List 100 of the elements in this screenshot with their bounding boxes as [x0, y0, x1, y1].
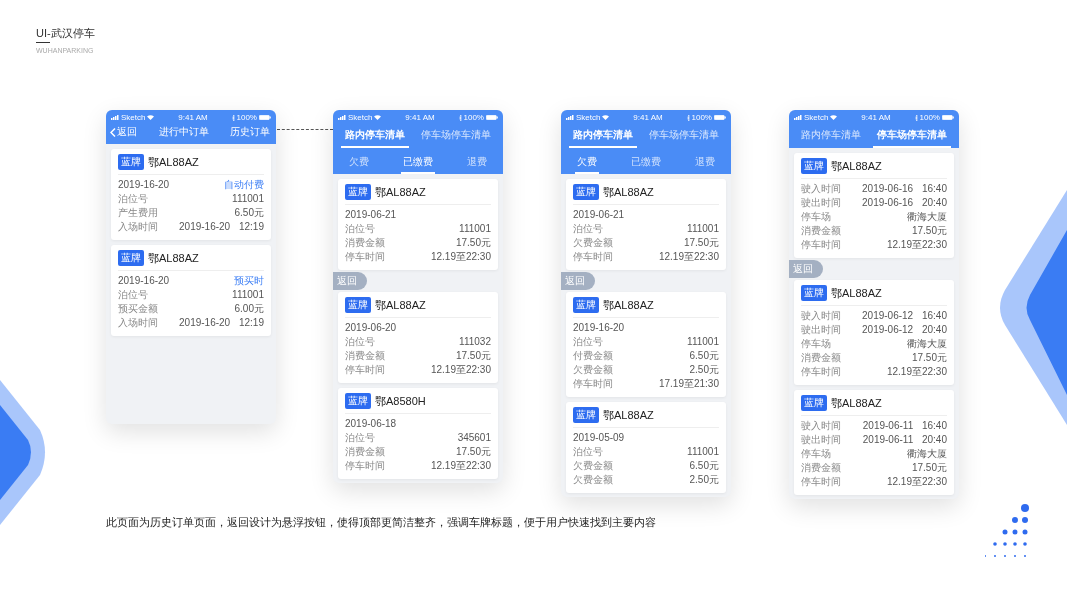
- field-value: 17.50元: [911, 224, 947, 238]
- wifi-icon: [147, 115, 155, 120]
- field-value: 12.19至22:30: [430, 363, 491, 377]
- wifi-icon: [830, 115, 838, 120]
- wifi-icon: [374, 115, 382, 120]
- order-card[interactable]: 蓝牌 鄂AL88AZ 2019-05-09 泊位号 111001 欠费金额 6.50元 欠费金额 2.50元: [566, 402, 726, 493]
- field-value: 111001: [459, 222, 491, 236]
- field-label: 驶出时间: [801, 323, 841, 337]
- status-time: 9:41 AM: [633, 113, 663, 122]
- plate-badge: 蓝牌: [801, 285, 827, 301]
- field-label: 泊位号: [573, 445, 603, 459]
- field-value: 2019-06-16 20:40: [862, 196, 947, 210]
- field-label: 泊位号: [345, 335, 375, 349]
- floating-back-button[interactable]: 返回: [789, 260, 823, 278]
- field-value: 2019-16-20 12:19: [179, 220, 264, 234]
- field-label: 停车场: [801, 337, 831, 351]
- history-link[interactable]: 历史订单: [230, 125, 270, 139]
- order-card[interactable]: 蓝牌 鄂A8580H 2019-06-18 泊位号 345601 消费金额 17.50元 停车时间 12.19至22:30: [338, 388, 498, 479]
- page-title: UI-武汉停车: [36, 26, 95, 41]
- list-tab[interactable]: 路内停车清单: [341, 126, 409, 148]
- leader-line: [277, 129, 333, 130]
- plate-number: 鄂AL88AZ: [148, 250, 199, 266]
- plate-number: 鄂AL88AZ: [148, 154, 199, 170]
- field-label: 消费金额: [801, 461, 841, 475]
- list-tab[interactable]: 路内停车清单: [569, 126, 637, 148]
- carrier-label: Sketch: [348, 113, 373, 122]
- field-value: 6.50元: [234, 206, 264, 220]
- field-value: 2019-06-16 16:40: [862, 182, 947, 196]
- field-label: 停车时间: [573, 250, 613, 264]
- plate-number: 鄂AL88AZ: [831, 285, 882, 301]
- field-value: 111001: [687, 335, 719, 349]
- bluetooth-icon: [686, 114, 690, 121]
- battery-icon: [486, 115, 498, 120]
- field-label: 驶出时间: [801, 196, 841, 210]
- field-label: 付费金额: [573, 349, 613, 363]
- plate-number: 鄂AL88AZ: [603, 407, 654, 423]
- field-value: 2019-06-11 16:40: [862, 419, 947, 433]
- field-label: 泊位号: [573, 222, 603, 236]
- status-time: 9:41 AM: [405, 113, 435, 122]
- field-value: 衢海大厦: [907, 447, 947, 461]
- field-value: 17.50元: [455, 236, 491, 250]
- order-card[interactable]: 蓝牌 鄂AL88AZ 驶入时间 2019-06-11 16:40 驶出时间 2019-06-11 20:40 停车场 衢海大厦 消费金额 17.50元 停车时间 12.19至22:30: [794, 390, 954, 495]
- field-label: 驶出时间: [801, 433, 841, 447]
- order-date: 2019-16-20: [118, 274, 170, 288]
- field-value: 111001: [687, 222, 719, 236]
- field-value: 6.50元: [689, 459, 719, 473]
- plate-badge: 蓝牌: [345, 184, 371, 200]
- field-value: 衢海大厦: [907, 337, 947, 351]
- field-label: 停车时间: [345, 363, 385, 377]
- signal-icon: [794, 115, 802, 120]
- order-card[interactable]: 蓝牌 鄂AL88AZ 2019-16-20 预买时 泊位号 111001 预买金额 6.00元 入场时间 2019-16-20 12:19: [111, 245, 271, 336]
- plate-number: 鄂AL88AZ: [603, 184, 654, 200]
- field-label: 驶入时间: [801, 309, 841, 323]
- field-value: 17.50元: [455, 445, 491, 459]
- field-label: 泊位号: [573, 335, 603, 349]
- field-label: 欠费金额: [573, 363, 613, 377]
- order-card[interactable]: 蓝牌 鄂AL88AZ 2019-16-20 泊位号 111001 付费金额 6.50元 欠费金额 2.50元 停车时间 17.19至21:30: [566, 292, 726, 397]
- field-label: 预买金额: [118, 302, 158, 316]
- list-tab[interactable]: 停车场停车清单: [645, 126, 723, 148]
- field-value: 345601: [457, 431, 491, 445]
- order-card[interactable]: 蓝牌 鄂AL88AZ 2019-06-21 泊位号 111001 消费金额 17.50元 停车时间 12.19至22:30: [338, 179, 498, 270]
- order-date: 2019-05-09: [573, 431, 625, 445]
- battery-percent: 100%: [463, 113, 484, 122]
- field-label: 停车时间: [801, 238, 841, 252]
- field-value: 6.00元: [234, 302, 264, 316]
- field-value: 2019-06-12 16:40: [862, 309, 947, 323]
- bluetooth-icon: [231, 114, 235, 121]
- filter-tab[interactable]: 欠费: [347, 153, 371, 174]
- list-tab[interactable]: 路内停车清单: [797, 126, 865, 148]
- carrier-label: Sketch: [121, 113, 146, 122]
- list-tab[interactable]: 停车场停车清单: [873, 126, 951, 148]
- battery-percent: 100%: [691, 113, 712, 122]
- filter-tab[interactable]: 退费: [693, 153, 717, 174]
- field-label: 停车时间: [801, 475, 841, 489]
- field-label: 停车时间: [345, 459, 385, 473]
- order-card[interactable]: 蓝牌 鄂AL88AZ 驶入时间 2019-06-16 16:40 驶出时间 2019-06-16 20:40 停车场 衢海大厦 消费金额 17.50元 停车时间 12.19至22:30: [794, 153, 954, 258]
- field-value: 17.50元: [683, 236, 719, 250]
- filter-tab[interactable]: 已缴费: [629, 153, 663, 174]
- filter-tab[interactable]: 已缴费: [401, 153, 435, 174]
- field-label: 泊位号: [345, 222, 375, 236]
- field-label: 欠费金额: [573, 459, 613, 473]
- list-tab[interactable]: 停车场停车清单: [417, 126, 495, 148]
- field-label: 消费金额: [345, 349, 385, 363]
- order-card[interactable]: 蓝牌 鄂AL88AZ 2019-16-20 自动付费 泊位号 111001 产生费用 6.50元 入场时间 2019-16-20 12:19: [111, 149, 271, 240]
- filter-tab[interactable]: 退费: [465, 153, 489, 174]
- payment-status: 预买时: [234, 274, 264, 288]
- field-value: 2019-16-20 12:19: [179, 316, 264, 330]
- carrier-label: Sketch: [804, 113, 829, 122]
- floating-back-button[interactable]: 返回: [561, 272, 595, 290]
- filter-tab[interactable]: 欠费: [575, 153, 599, 174]
- field-label: 欠费金额: [573, 236, 613, 250]
- order-card[interactable]: 蓝牌 鄂AL88AZ 2019-06-20 泊位号 111032 消费金额 17.50元 停车时间 12.19至22:30: [338, 292, 498, 383]
- payment-status: 自动付费: [224, 178, 264, 192]
- field-label: 产生费用: [118, 206, 158, 220]
- back-button[interactable]: 返回: [110, 125, 137, 139]
- field-label: 泊位号: [118, 192, 148, 206]
- floating-back-button[interactable]: 返回: [333, 272, 367, 290]
- field-label: 消费金额: [801, 224, 841, 238]
- order-card[interactable]: 蓝牌 鄂AL88AZ 2019-06-21 泊位号 111001 欠费金额 17.50元 停车时间 12.19至22:30: [566, 179, 726, 270]
- order-card[interactable]: 蓝牌 鄂AL88AZ 驶入时间 2019-06-12 16:40 驶出时间 2019-06-12 20:40 停车场 衢海大厦 消费金额 17.50元 停车时间 12.19至22:30: [794, 280, 954, 385]
